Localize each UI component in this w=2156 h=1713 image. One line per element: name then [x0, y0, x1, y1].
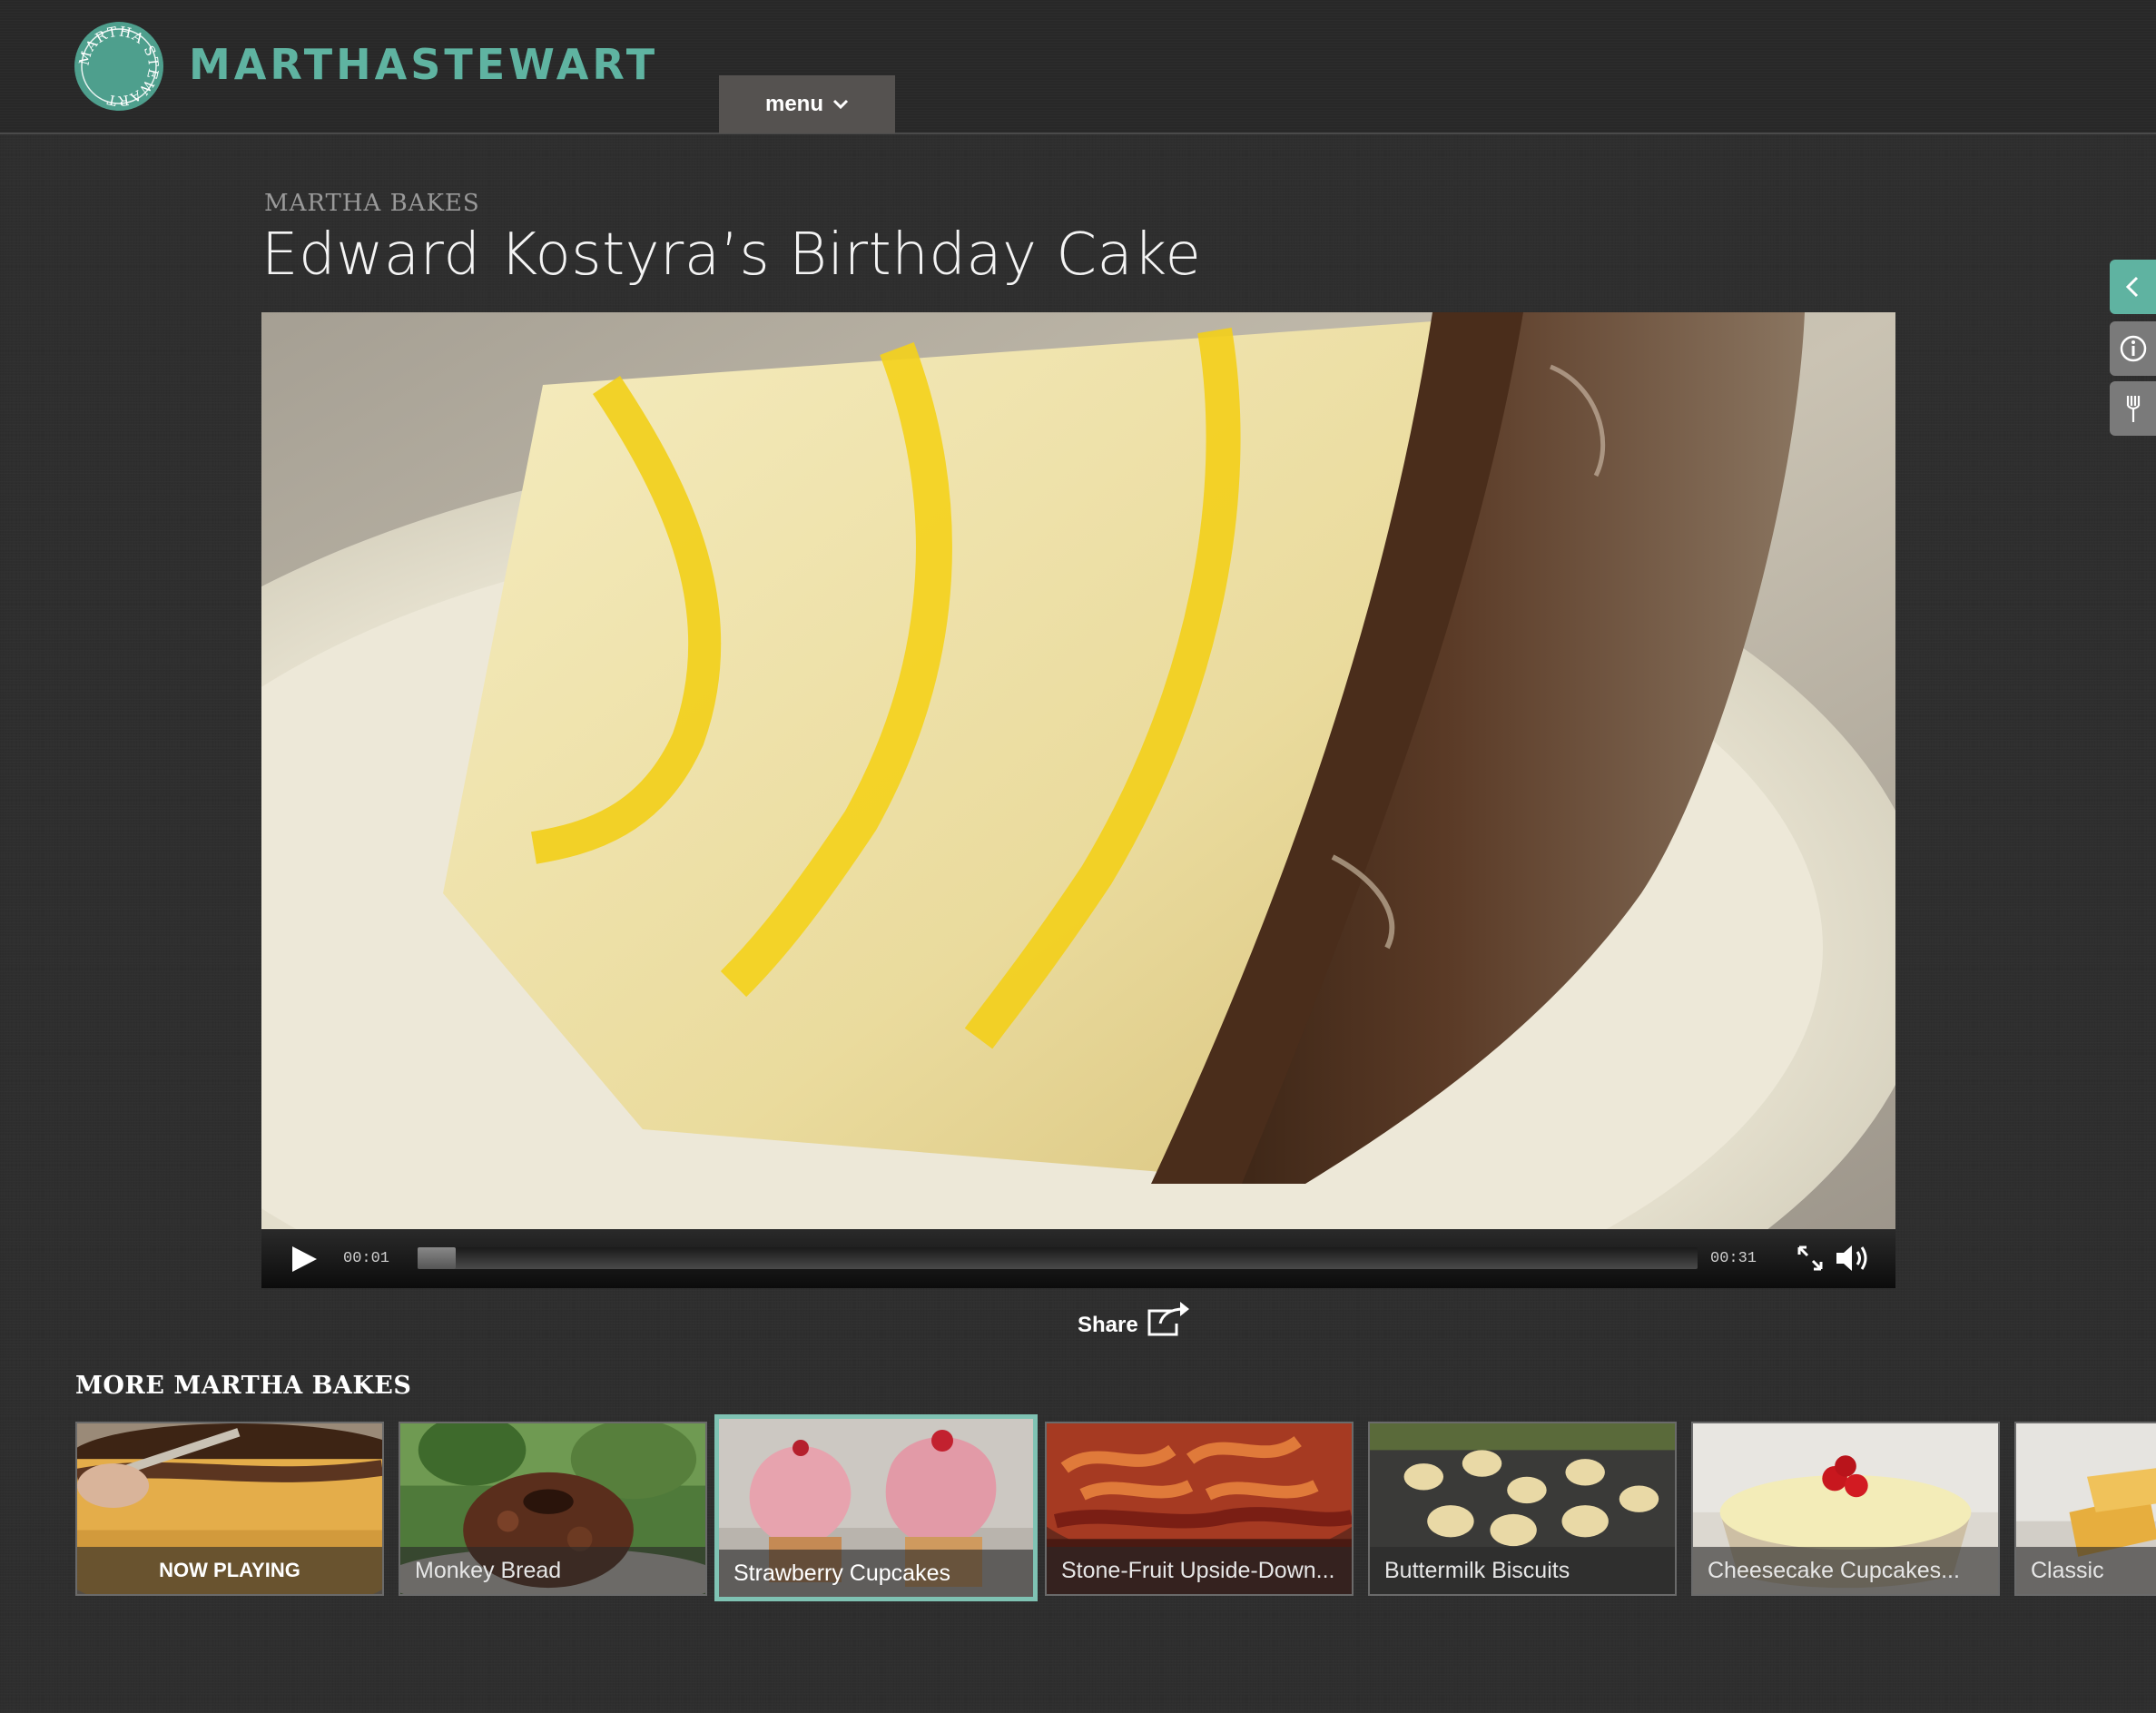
- brand-wordmark[interactable]: MARTHASTEWART: [189, 40, 658, 89]
- share-button[interactable]: Share: [1078, 1293, 1191, 1338]
- info-tab[interactable]: [2110, 321, 2156, 376]
- video-thumbnail-classic[interactable]: Classic: [2014, 1422, 2156, 1596]
- seek-bar-progress: [418, 1247, 457, 1269]
- menu-label: menu: [764, 92, 823, 116]
- video-thumbnail-buttermilk-biscuits[interactable]: Buttermilk Biscuits: [1368, 1422, 1677, 1596]
- video-thumbnail-cheesecake-cupcakes[interactable]: Cheesecake Cupcakes...: [1691, 1422, 2000, 1596]
- volume-icon[interactable]: [1834, 1242, 1874, 1275]
- chevron-down-icon: [832, 99, 849, 110]
- fork-icon: [2126, 396, 2140, 422]
- share-icon: [1147, 1302, 1189, 1336]
- page-title: Edward Kostyra’s Birthday Cake: [261, 222, 1202, 289]
- video-player[interactable]: 00:01 00:31: [261, 312, 1895, 1288]
- menu-button[interactable]: menu: [719, 75, 895, 133]
- share-label: Share: [1078, 1313, 1138, 1337]
- duration-time: 00:31: [1710, 1250, 1757, 1267]
- site-header: MARTHA STEWART MARTHASTEWART menu: [0, 0, 2156, 134]
- thumbnail-caption: NOW PLAYING: [77, 1547, 382, 1594]
- thumbnail-caption: Stone-Fruit Upside-Down...: [1047, 1547, 1352, 1594]
- video-thumbnail-stone-fruit-upside-down[interactable]: Stone-Fruit Upside-Down...: [1045, 1422, 1354, 1596]
- video-frame-cake-image[interactable]: [261, 312, 1895, 1229]
- logo-seal-icon: MARTHA STEWART: [75, 24, 161, 110]
- chevron-left-icon: [2125, 276, 2138, 298]
- thumbnail-caption: Cheesecake Cupcakes...: [1693, 1547, 1998, 1594]
- logo-seal[interactable]: MARTHA STEWART: [74, 22, 163, 111]
- video-thumbnail-now-playing[interactable]: NOW PLAYING: [75, 1422, 384, 1596]
- video-thumbnail-monkey-bread[interactable]: Monkey Bread: [399, 1422, 707, 1596]
- info-icon: [2120, 335, 2146, 362]
- video-controls: 00:01 00:31: [261, 1229, 1895, 1288]
- thumbnail-caption: Classic: [2016, 1547, 2156, 1594]
- play-icon[interactable]: [289, 1244, 320, 1275]
- thumbnail-caption: Monkey Bread: [400, 1547, 705, 1594]
- seek-bar[interactable]: [418, 1247, 1698, 1269]
- fullscreen-icon[interactable]: [1796, 1244, 1825, 1273]
- thumbnail-caption: Strawberry Cupcakes: [719, 1550, 1033, 1597]
- recipe-tab[interactable]: [2110, 381, 2156, 436]
- current-time: 00:01: [343, 1250, 390, 1267]
- collapse-panel-tab[interactable]: [2110, 260, 2156, 314]
- series-kicker[interactable]: MARTHA BAKES: [264, 190, 480, 217]
- more-section-title: MORE MARTHA BAKES: [75, 1372, 412, 1400]
- video-thumbnail-strawberry-cupcakes[interactable]: Strawberry Cupcakes: [714, 1414, 1038, 1601]
- thumbnail-caption: Buttermilk Biscuits: [1370, 1547, 1675, 1594]
